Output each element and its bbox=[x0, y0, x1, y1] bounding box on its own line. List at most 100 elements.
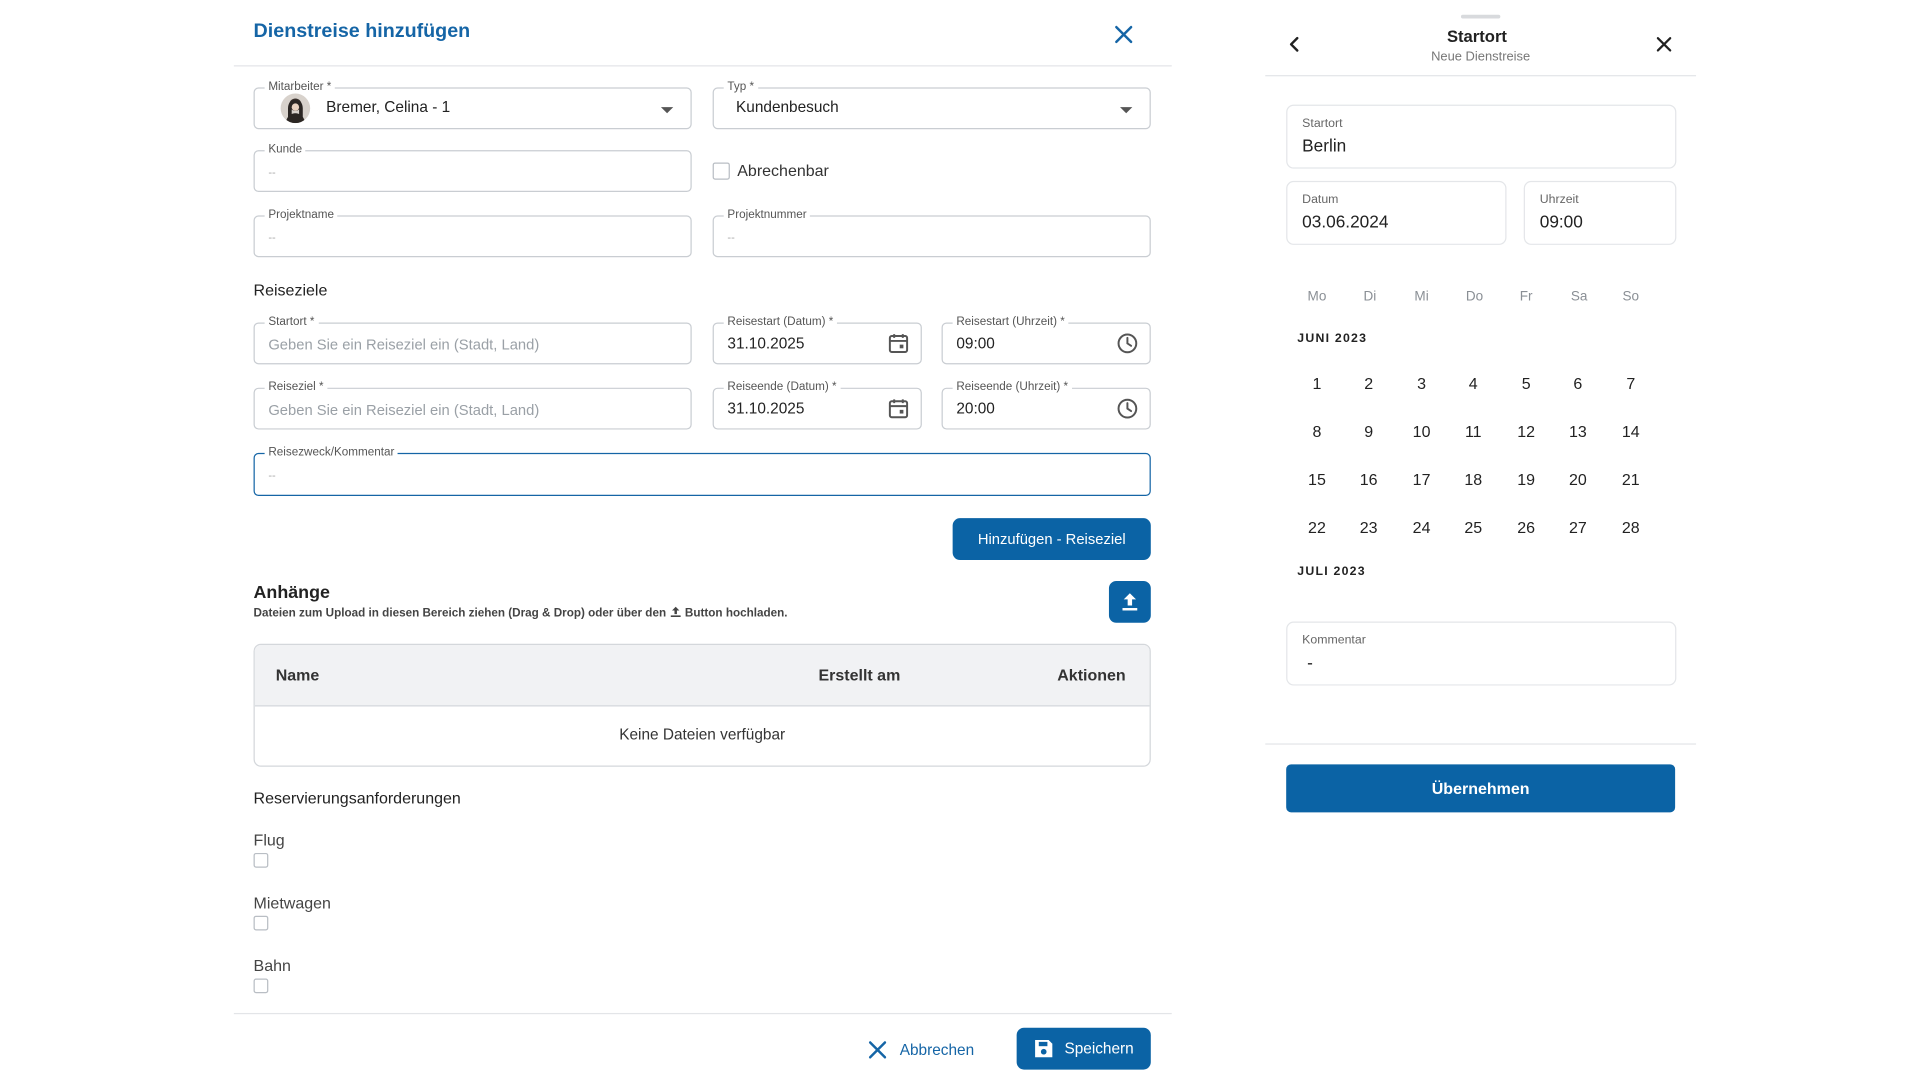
month-label: JULI 2023 bbox=[1297, 564, 1366, 579]
chevron-down-icon bbox=[1120, 107, 1133, 114]
back-icon[interactable] bbox=[1285, 34, 1305, 54]
reisezweck-kommentar-label: Reisezweck/Kommentar bbox=[264, 444, 399, 462]
reiseende-uhrzeit-input[interactable]: Reiseende (Uhrzeit) * 20:00 bbox=[941, 379, 1151, 430]
calendar-day[interactable]: 10 bbox=[1403, 422, 1440, 440]
typ-select[interactable]: Typ * Kundenbesuch bbox=[712, 78, 1151, 130]
save-label: Speichern bbox=[1064, 1040, 1134, 1058]
clock-icon[interactable] bbox=[1116, 398, 1138, 420]
calendar-day[interactable]: 25 bbox=[1455, 518, 1492, 536]
table-empty-message: Keine Dateien verfügbar bbox=[619, 726, 786, 744]
calendar-day[interactable]: 3 bbox=[1403, 374, 1440, 392]
reiseziel-label: Reiseziel * bbox=[264, 379, 328, 397]
panel-kommentar-field[interactable]: Kommentar - bbox=[1286, 621, 1677, 686]
reiseziel-input[interactable]: Reiseziel * Geben Sie ein Reiseziel ein … bbox=[253, 379, 692, 430]
mitarbeiter-value: Bremer, Celina - 1 bbox=[326, 98, 451, 116]
calendar-icon[interactable] bbox=[887, 332, 909, 354]
reisezweck-kommentar-placeholder: -- bbox=[268, 468, 276, 482]
reiseende-datum-value: 31.10.2025 bbox=[727, 400, 805, 418]
reiseziel-placeholder: Geben Sie ein Reiseziel ein (Stadt, Land… bbox=[268, 401, 540, 419]
cancel-button[interactable]: Abbrechen bbox=[866, 1035, 974, 1065]
reisestart-datum-input[interactable]: Reisestart (Datum) * 31.10.2025 bbox=[712, 313, 922, 365]
clock-icon[interactable] bbox=[1116, 332, 1138, 354]
calendar-day[interactable]: 15 bbox=[1298, 470, 1335, 488]
reisestart-uhrzeit-input[interactable]: Reisestart (Uhrzeit) * 09:00 bbox=[941, 313, 1151, 365]
calendar-day[interactable]: 19 bbox=[1508, 470, 1545, 488]
calendar-day[interactable]: 23 bbox=[1350, 518, 1387, 536]
anhaenge-heading: Anhänge bbox=[253, 583, 330, 604]
attachments-table: Name Erstellt am Aktionen Keine Dateien … bbox=[253, 643, 1151, 767]
upload-icon bbox=[1122, 593, 1138, 611]
calendar-day[interactable]: 12 bbox=[1508, 422, 1545, 440]
reisestart-datum-value: 31.10.2025 bbox=[727, 334, 805, 353]
calendar-day[interactable]: 13 bbox=[1559, 422, 1596, 440]
panel-datum-label: Datum bbox=[1302, 193, 1339, 207]
calendar-day[interactable]: 16 bbox=[1350, 470, 1387, 488]
calendar-day[interactable]: 22 bbox=[1298, 518, 1335, 536]
kunde-label: Kunde bbox=[264, 141, 306, 159]
projektnummer-placeholder: -- bbox=[727, 231, 735, 244]
anhaenge-hint: Dateien zum Upload in diesen Bereich zie… bbox=[253, 606, 788, 621]
panel-uhrzeit-field[interactable]: Uhrzeit 09:00 bbox=[1523, 180, 1677, 245]
projektname-label: Projektname bbox=[264, 206, 338, 225]
table-header bbox=[254, 644, 1150, 707]
column-erstellt-am[interactable]: Erstellt am bbox=[818, 666, 900, 684]
save-button[interactable]: Speichern bbox=[1016, 1027, 1151, 1070]
weekday-do: Do bbox=[1465, 289, 1484, 305]
calendar-day[interactable]: 2 bbox=[1350, 374, 1387, 392]
projektnummer-input[interactable]: Projektnummer -- bbox=[712, 206, 1151, 258]
cancel-label: Abbrechen bbox=[899, 1041, 975, 1059]
panel-uhrzeit-label: Uhrzeit bbox=[1539, 193, 1579, 207]
calendar-day[interactable]: 18 bbox=[1455, 470, 1492, 488]
add-reiseziel-button[interactable]: Hinzufügen - Reiseziel bbox=[952, 518, 1151, 561]
calendar-day[interactable]: 5 bbox=[1508, 374, 1545, 392]
calendar-day[interactable]: 17 bbox=[1403, 470, 1440, 488]
panel-footer-divider bbox=[1265, 743, 1697, 745]
calendar-day[interactable]: 27 bbox=[1559, 518, 1596, 536]
mietwagen-checkbox[interactable] bbox=[253, 915, 269, 931]
apply-button[interactable]: Übernehmen bbox=[1286, 764, 1676, 813]
weekday-sa: Sa bbox=[1570, 289, 1588, 305]
calendar-day[interactable]: 26 bbox=[1508, 518, 1545, 536]
anhaenge-hint-text: Dateien zum Upload in diesen Bereich zie… bbox=[253, 606, 667, 621]
panel-startort-field[interactable]: Startort Berlin bbox=[1286, 104, 1677, 169]
drag-handle[interactable] bbox=[1460, 14, 1501, 19]
panel-subtitle: Neue Dienstreise bbox=[1431, 49, 1531, 65]
reiseende-uhrzeit-value: 20:00 bbox=[956, 400, 995, 418]
calendar-day[interactable]: 7 bbox=[1612, 374, 1649, 392]
kunde-input[interactable]: Kunde -- bbox=[253, 141, 692, 193]
startort-input[interactable]: Startort * Geben Sie ein Reiseziel ein (… bbox=[253, 313, 692, 365]
reisezweck-kommentar-input[interactable]: Reisezweck/Kommentar -- bbox=[253, 444, 1151, 497]
upload-button[interactable] bbox=[1108, 580, 1151, 623]
weekday-mi: Mi bbox=[1414, 289, 1429, 305]
close-icon[interactable] bbox=[1111, 22, 1136, 47]
calendar-day[interactable]: 6 bbox=[1559, 374, 1596, 392]
reiseende-datum-input[interactable]: Reiseende (Datum) * 31.10.2025 bbox=[712, 379, 922, 430]
calendar-day[interactable]: 11 bbox=[1455, 422, 1492, 440]
calendar-day[interactable]: 24 bbox=[1403, 518, 1440, 536]
mitarbeiter-select[interactable]: Mitarbeiter * Bremer, Celina - 1 bbox=[253, 78, 692, 130]
typ-value: Kundenbesuch bbox=[736, 98, 839, 116]
calendar-day[interactable]: 4 bbox=[1455, 374, 1492, 392]
calendar-day[interactable]: 1 bbox=[1298, 374, 1335, 392]
column-name[interactable]: Name bbox=[276, 666, 320, 684]
calendar-day[interactable]: 28 bbox=[1612, 518, 1649, 536]
calendar-day[interactable]: 8 bbox=[1298, 422, 1335, 440]
weekday-fr: Fr bbox=[1519, 289, 1533, 305]
calendar-day[interactable]: 14 bbox=[1612, 422, 1649, 440]
abrechenbar-checkbox[interactable] bbox=[712, 162, 730, 180]
projektname-input[interactable]: Projektname -- bbox=[253, 206, 692, 258]
panel-datum-field[interactable]: Datum 03.06.2024 bbox=[1286, 180, 1507, 245]
calendar-day[interactable]: 9 bbox=[1350, 422, 1387, 440]
month-label: JUNI 2023 bbox=[1297, 332, 1368, 346]
column-aktionen[interactable]: Aktionen bbox=[1057, 666, 1125, 684]
reiseende-datum-label: Reiseende (Datum) * bbox=[723, 379, 841, 397]
reisestart-uhrzeit-label: Reisestart (Uhrzeit) * bbox=[952, 313, 1069, 332]
close-icon[interactable] bbox=[1654, 34, 1674, 54]
bahn-checkbox[interactable] bbox=[253, 978, 269, 994]
flug-checkbox[interactable] bbox=[253, 852, 269, 868]
panel-datum-value: 03.06.2024 bbox=[1302, 211, 1389, 232]
calendar-day[interactable]: 21 bbox=[1612, 470, 1649, 488]
calendar-icon[interactable] bbox=[887, 398, 909, 420]
abrechenbar-label: Abrechenbar bbox=[737, 161, 829, 180]
calendar-day[interactable]: 20 bbox=[1559, 470, 1596, 488]
